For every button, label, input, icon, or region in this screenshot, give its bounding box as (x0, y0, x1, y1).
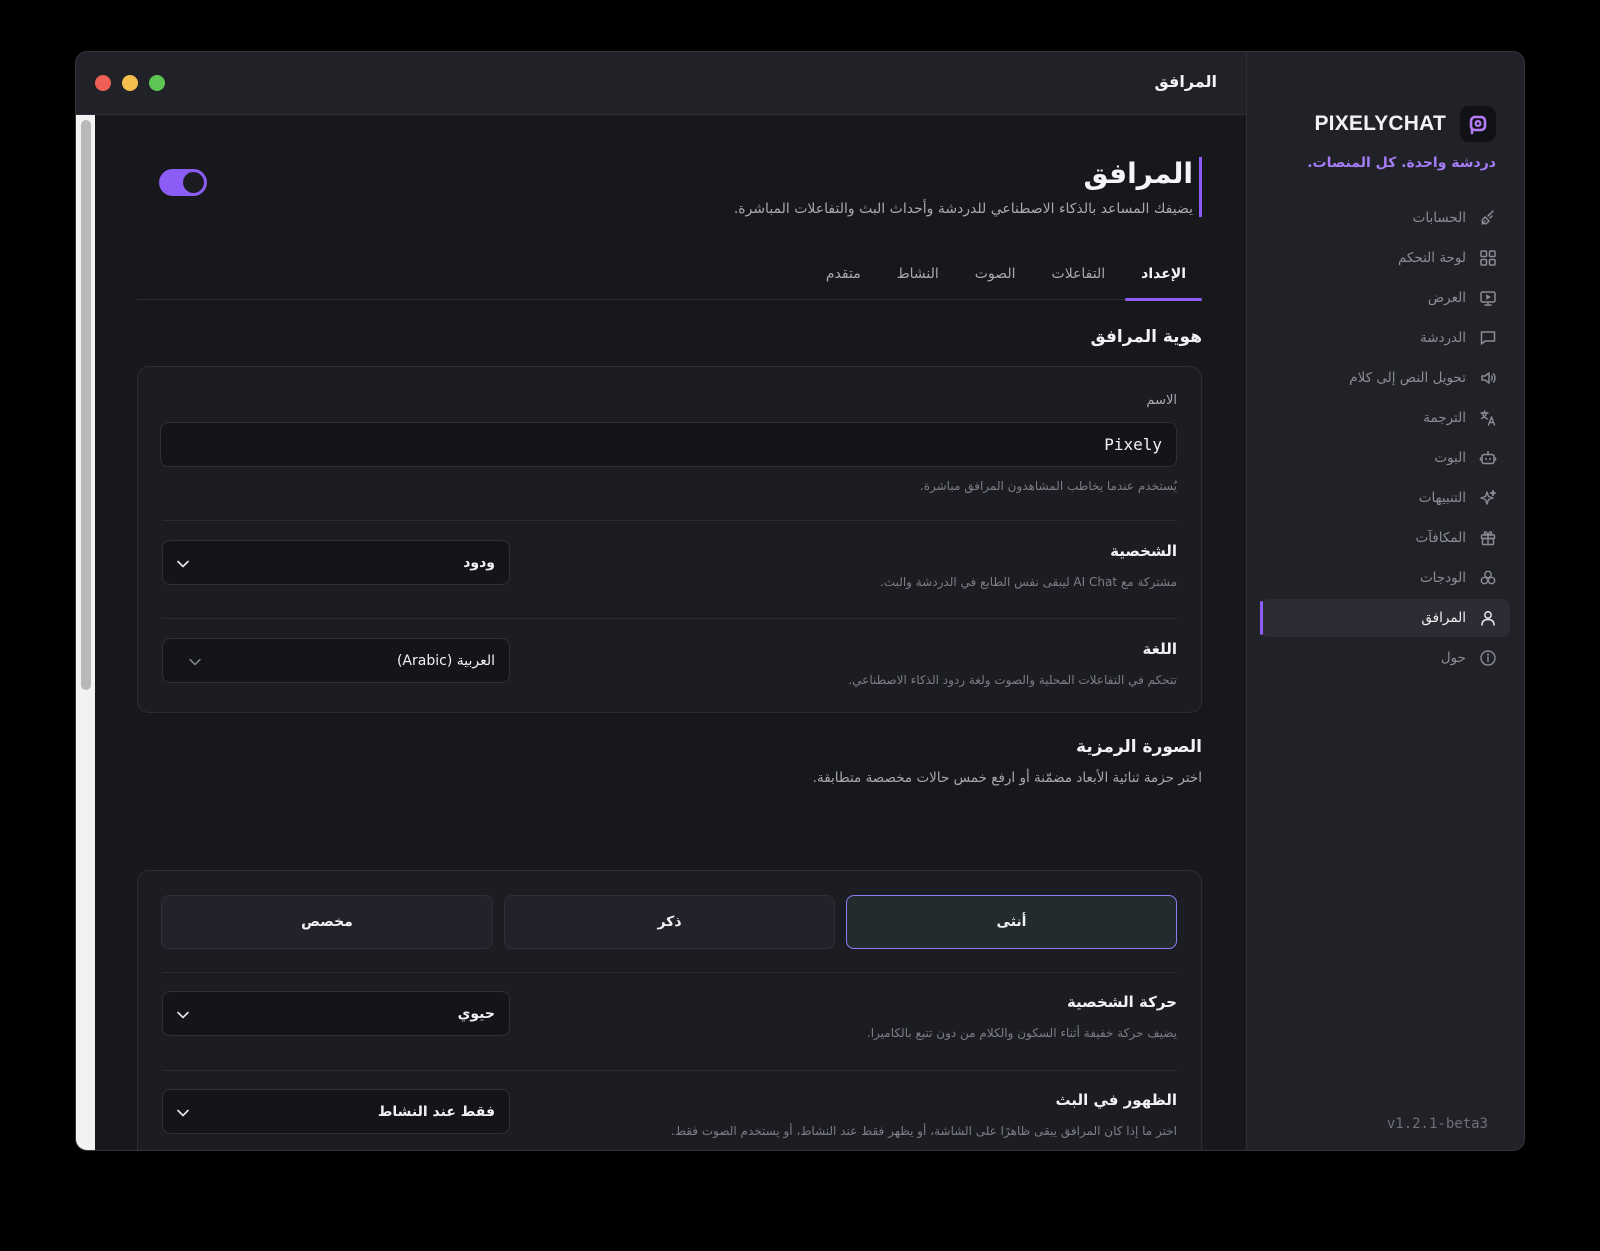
page-subtitle: يضيفك المساعد بالذكاء الاصطناعي للدردشة … (733, 200, 1193, 217)
sidebar-item-alerts[interactable]: التنبيهات (1260, 479, 1510, 517)
window-title: المرافق (1154, 72, 1217, 91)
scrollbar-track[interactable] (76, 115, 95, 1150)
user-icon (1478, 608, 1498, 628)
sidebar-item-label: المرافق (1421, 610, 1466, 626)
sidebar-item-label: الحسابات (1412, 210, 1466, 226)
motion-description: يضيف حركة خفيفة أثناء السكون والكلام من … (866, 1026, 1177, 1040)
language-select[interactable]: العربية (Arabic) (162, 638, 510, 683)
main-content: المرافق يضيفك المساعد بالذكاء الاصطناعي … (95, 115, 1247, 1150)
tab-voice[interactable]: الصوت (959, 248, 1032, 300)
sidebar-item-bot[interactable]: البوت (1260, 439, 1510, 477)
sidebar-item-label: تحويل النص إلى كلام (1349, 370, 1466, 386)
personality-description: مشتركة مع AI Chat ليبقى نفس الطابع في ال… (879, 575, 1177, 589)
tab-interactions[interactable]: التفاعلات (1036, 248, 1122, 300)
page-header: المرافق يضيفك المساعد بالذكاء الاصطناعي … (734, 157, 1202, 217)
sidebar-item-label: العرض (1427, 290, 1466, 306)
title-bar: المرافق (76, 52, 1247, 115)
chevron-down-icon (177, 1004, 189, 1023)
monitor-icon (1478, 288, 1498, 308)
sidebar-item-translation[interactable]: الترجمة (1260, 399, 1510, 437)
divider (162, 1070, 1177, 1071)
language-value: العربية (Arabic) (396, 652, 495, 669)
motion-title: حركة الشخصية (1066, 993, 1177, 1011)
sidebar: PIXELYCHAT دردشة واحدة. كل المنصات. الحس… (1246, 52, 1524, 1150)
name-input[interactable]: Pixely (160, 422, 1177, 467)
sidebar-item-label: البوت (1434, 450, 1466, 466)
version-label: v1.2.1-beta3 (1386, 1116, 1488, 1132)
gift-icon (1478, 528, 1498, 548)
sidebar-nav: الحسابات لوحة التحكم العرض الدردشة تحويل… (1260, 199, 1510, 679)
sidebar-item-label: المكافآت (1415, 530, 1466, 546)
visibility-description: اختر ما إذا كان المرافق يبقى ظاهرًا على … (671, 1124, 1177, 1138)
visibility-value: فقط عند النشاط (377, 1103, 495, 1120)
close-window-button[interactable] (95, 75, 111, 91)
sidebar-item-about[interactable]: حول (1260, 639, 1510, 677)
minimize-window-button[interactable] (122, 75, 138, 91)
toggle-knob (183, 172, 204, 193)
app-window: المرافق المرافق يضيفك المساعد بالذكاء ال… (75, 51, 1525, 1151)
tab-bar: الإعداد التفاعلات الصوت النشاط متقدم (137, 248, 1202, 301)
bot-icon (1478, 448, 1498, 468)
sparkle-icon (1478, 488, 1498, 508)
motion-value: حيوي (457, 1005, 495, 1022)
language-description: تتحكم في التفاعلات المحلية والصوت ولغة ر… (848, 673, 1177, 687)
brand-logo-icon (1460, 106, 1496, 142)
name-hint: يُستخدم عندما يخاطب المشاهدون المرافق مب… (919, 479, 1177, 493)
window-controls (95, 75, 165, 91)
name-label: الاسم (1146, 393, 1177, 408)
widgets-icon (1478, 568, 1498, 588)
avatar-option-custom[interactable]: مخصص (161, 895, 493, 949)
avatar-card: أنثى ذكر مخصص حركة الشخصية يضيف حركة خفي… (137, 870, 1202, 1150)
chevron-down-icon (177, 1102, 189, 1121)
sidebar-item-rewards[interactable]: المكافآت (1260, 519, 1510, 557)
sidebar-item-label: الدردشة (1419, 330, 1466, 346)
info-icon (1478, 648, 1498, 668)
maximize-window-button[interactable] (149, 75, 165, 91)
avatar-section-description: اختر حزمة ثنائية الأبعاد مضمّنة أو ارفع … (812, 770, 1202, 786)
tab-setup[interactable]: الإعداد (1125, 248, 1202, 301)
sidebar-item-label: حول (1440, 650, 1466, 666)
sidebar-item-display[interactable]: العرض (1260, 279, 1510, 317)
identity-section-title: هوية المرافق (1090, 327, 1202, 347)
identity-card: الاسم Pixely يُستخدم عندما يخاطب المشاهد… (137, 366, 1202, 713)
page-title: المرافق (1083, 157, 1193, 190)
sidebar-item-accounts[interactable]: الحسابات (1260, 199, 1510, 237)
sidebar-item-dashboard[interactable]: لوحة التحكم (1260, 239, 1510, 277)
avatar-option-male[interactable]: ذكر (504, 895, 835, 949)
sidebar-item-widgets[interactable]: الودجات (1260, 559, 1510, 597)
avatar-section-title: الصورة الرمزية (1076, 737, 1202, 757)
motion-select[interactable]: حيوي (162, 991, 510, 1036)
personality-select[interactable]: ودود (162, 540, 510, 585)
brand-name: PIXELYCHAT (1314, 112, 1446, 135)
tab-activity[interactable]: النشاط (881, 248, 955, 300)
divider (162, 618, 1177, 619)
speaker-icon (1478, 368, 1498, 388)
brand-tagline: دردشة واحدة. كل المنصات. (1307, 155, 1496, 171)
sidebar-item-label: الترجمة (1423, 410, 1466, 426)
personality-value: ودود (463, 554, 495, 571)
language-title: اللغة (1142, 640, 1177, 658)
tab-advanced[interactable]: متقدم (810, 248, 877, 300)
chevron-down-icon (177, 651, 201, 670)
visibility-title: الظهور في البث (1055, 1091, 1177, 1109)
divider (162, 520, 1177, 521)
sidebar-item-chat[interactable]: الدردشة (1260, 319, 1510, 357)
sidebar-item-label: الودجات (1419, 570, 1466, 586)
translate-icon (1478, 408, 1498, 428)
divider (162, 972, 1177, 973)
sidebar-item-label: التنبيهات (1418, 490, 1466, 506)
scrollbar-thumb[interactable] (81, 120, 91, 690)
sidebar-item-label: لوحة التحكم (1397, 250, 1466, 266)
grid-icon (1478, 248, 1498, 268)
plug-icon (1478, 208, 1498, 228)
visibility-select[interactable]: فقط عند النشاط (162, 1089, 510, 1134)
sidebar-item-tts[interactable]: تحويل النص إلى كلام (1260, 359, 1510, 397)
avatar-option-female[interactable]: أنثى (846, 895, 1177, 949)
brand: PIXELYCHAT (1314, 106, 1496, 142)
message-icon (1478, 328, 1498, 348)
personality-title: الشخصية (1110, 542, 1177, 560)
companion-enable-toggle[interactable] (159, 169, 207, 196)
chevron-down-icon (177, 553, 189, 572)
sidebar-item-companion[interactable]: المرافق (1260, 599, 1510, 637)
